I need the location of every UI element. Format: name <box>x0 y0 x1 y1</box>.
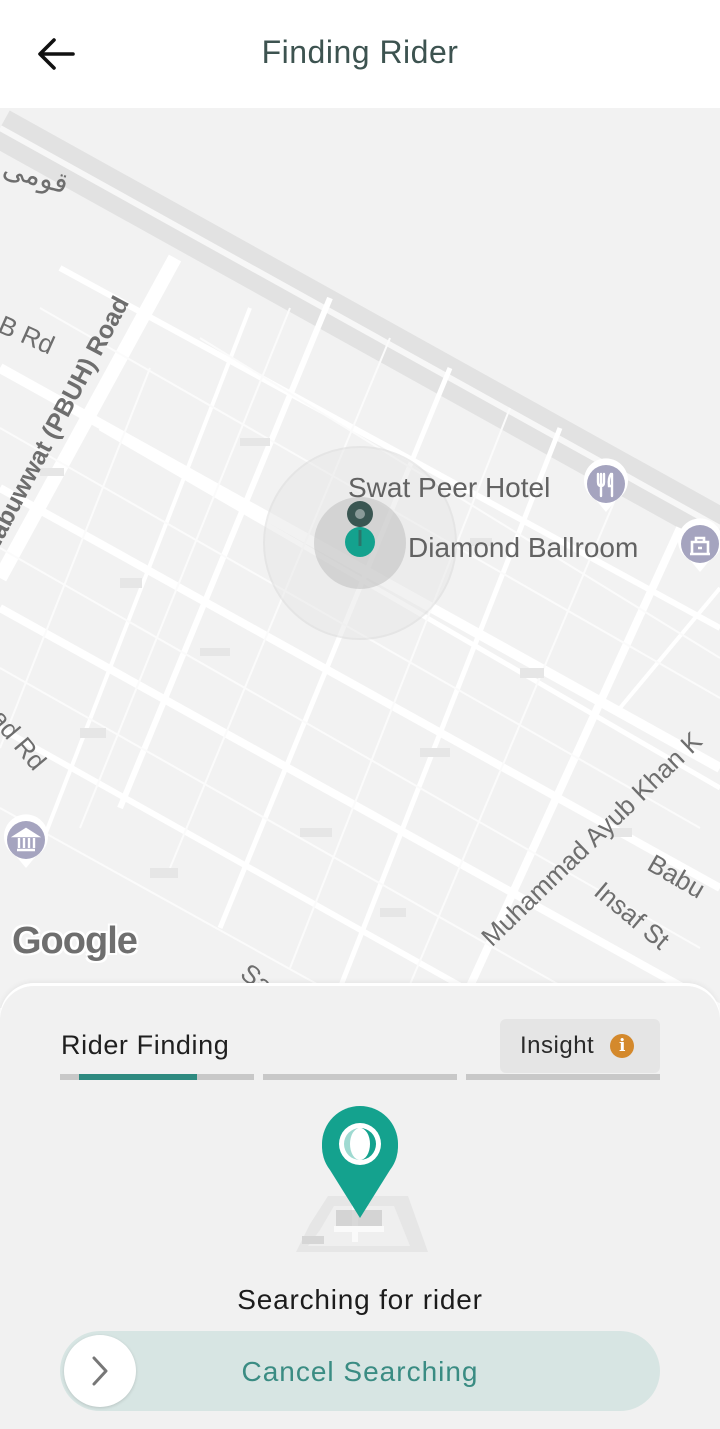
progress-step-1 <box>60 1074 254 1080</box>
step-title: Rider Finding <box>61 1030 230 1060</box>
progress-step-1-fill <box>79 1074 197 1080</box>
google-attribution: Google <box>12 920 138 962</box>
event-venue-icon[interactable] <box>676 518 720 578</box>
info-icon: i <box>610 1034 635 1058</box>
restaurant-icon[interactable] <box>582 458 630 518</box>
page-title: Finding Rider <box>261 34 459 70</box>
insight-button[interactable]: Insight i <box>500 1019 660 1073</box>
insight-label: Insight <box>520 1032 595 1059</box>
cancel-search-label: Cancel Searching <box>241 1356 479 1387</box>
location-pin-icon <box>345 501 375 557</box>
progress-step-3 <box>466 1074 660 1080</box>
app-header: Finding Rider <box>0 0 720 108</box>
finding-rider-sheet: Rider Finding Insight i Searching for ri… <box>0 986 720 1429</box>
progress-step-2 <box>263 1074 457 1080</box>
poi-label-ballroom[interactable]: Diamond Ballroom <box>408 532 638 564</box>
museum-icon[interactable] <box>2 814 50 874</box>
search-status: Searching for rider <box>237 1284 483 1315</box>
cancel-search-slider[interactable]: Cancel Searching <box>60 1331 660 1411</box>
map-view[interactable]: قومی B Rd Nabuwwat (PBUH) Road ad Rd Muh… <box>0 108 720 1008</box>
searching-location-illustration <box>296 1106 428 1252</box>
